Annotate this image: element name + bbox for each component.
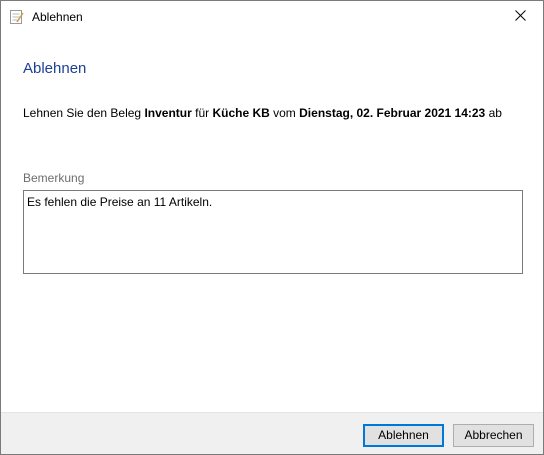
remark-input[interactable]: Es fehlen die Preise an 11 Artikeln. xyxy=(23,190,523,274)
remark-label: Bemerkung xyxy=(23,171,85,185)
confirmation-message: Lehnen Sie den Beleg Inventur für Küche … xyxy=(23,104,502,122)
dialog-heading: Ablehnen xyxy=(23,60,87,77)
close-icon xyxy=(514,8,526,26)
window-title: Ablehnen xyxy=(32,10,83,24)
title-bar[interactable]: Ablehnen xyxy=(1,1,543,32)
dialog-window: Ablehnen Ablehnen Lehnen Sie den Beleg I… xyxy=(0,0,544,455)
document-stamp-icon xyxy=(9,9,25,25)
document-date: Dienstag, 02. Februar 2021 14:23 xyxy=(299,106,486,120)
document-type: Inventur xyxy=(144,106,192,120)
cancel-button[interactable]: Abbrechen xyxy=(453,424,534,447)
message-text-1: Lehnen Sie den Beleg xyxy=(23,106,145,120)
button-bar: Ablehnen Abbrechen xyxy=(1,412,543,454)
message-text-2: für xyxy=(191,106,213,120)
close-button[interactable] xyxy=(497,1,543,32)
message-text-3: vom xyxy=(269,106,300,120)
location-name: Küche KB xyxy=(212,106,270,120)
reject-button[interactable]: Ablehnen xyxy=(363,424,444,447)
message-text-4: ab xyxy=(485,106,502,120)
